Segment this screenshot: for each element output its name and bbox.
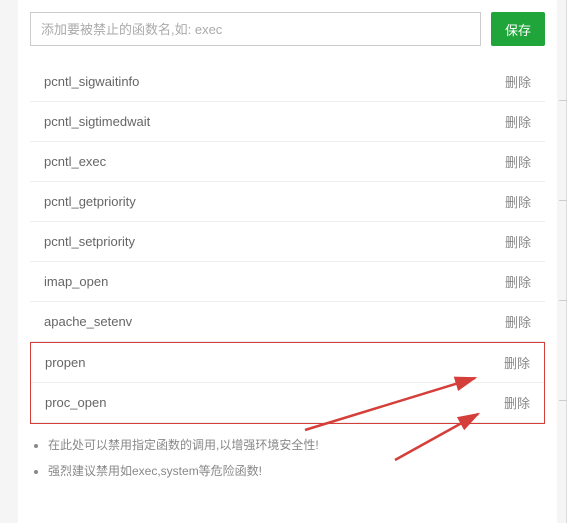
function-row: propen 删除 — [31, 343, 544, 383]
function-row: pcntl_exec 删除 — [30, 142, 545, 182]
function-list[interactable]: pcntl_sigprocmask删除pcntl_sigwaitinfo删除pc… — [30, 64, 545, 424]
function-name: proc_open — [45, 395, 106, 410]
divider-tick — [559, 300, 567, 301]
delete-link[interactable]: 删除 — [505, 312, 531, 331]
function-name: propen — [45, 355, 85, 370]
function-name: pcntl_exec — [44, 154, 106, 169]
delete-link[interactable]: 删除 — [505, 112, 531, 131]
function-row: apache_setenv 删除 — [30, 302, 545, 342]
delete-link[interactable]: 删除 — [504, 353, 530, 372]
delete-link[interactable]: 删除 — [505, 192, 531, 211]
delete-link[interactable]: 删除 — [505, 72, 531, 91]
tip-item: 强烈建议禁用如exec,system等危险函数! — [48, 462, 545, 480]
highlighted-group: propen 删除 proc_open 删除 — [30, 342, 545, 424]
tip-item: 在此处可以禁用指定函数的调用,以增强环境安全性! — [48, 436, 545, 454]
function-name: imap_open — [44, 274, 108, 289]
divider-tick — [559, 400, 567, 401]
function-row: pcntl_sigwaitinfo 删除 — [30, 64, 545, 102]
function-name: pcntl_getpriority — [44, 194, 136, 209]
delete-link[interactable]: 删除 — [505, 232, 531, 251]
divider-tick — [559, 200, 567, 201]
function-row: pcntl_setpriority 删除 — [30, 222, 545, 262]
delete-link[interactable]: 删除 — [505, 272, 531, 291]
function-name-input[interactable] — [30, 12, 481, 46]
function-row: proc_open 删除 — [31, 383, 544, 423]
save-button[interactable]: 保存 — [491, 12, 545, 46]
delete-link[interactable]: 删除 — [505, 152, 531, 171]
function-row: pcntl_getpriority 删除 — [30, 182, 545, 222]
divider-tick — [559, 100, 567, 101]
function-name: pcntl_setpriority — [44, 234, 135, 249]
function-row: pcntl_sigtimedwait 删除 — [30, 102, 545, 142]
function-name: pcntl_sigwaitinfo — [44, 74, 139, 89]
delete-link[interactable]: 删除 — [504, 393, 530, 412]
function-row: imap_open 删除 — [30, 262, 545, 302]
function-name: pcntl_sigtimedwait — [44, 114, 150, 129]
tips-list: 在此处可以禁用指定函数的调用,以增强环境安全性! 强烈建议禁用如exec,sys… — [18, 424, 557, 480]
function-name: apache_setenv — [44, 314, 132, 329]
